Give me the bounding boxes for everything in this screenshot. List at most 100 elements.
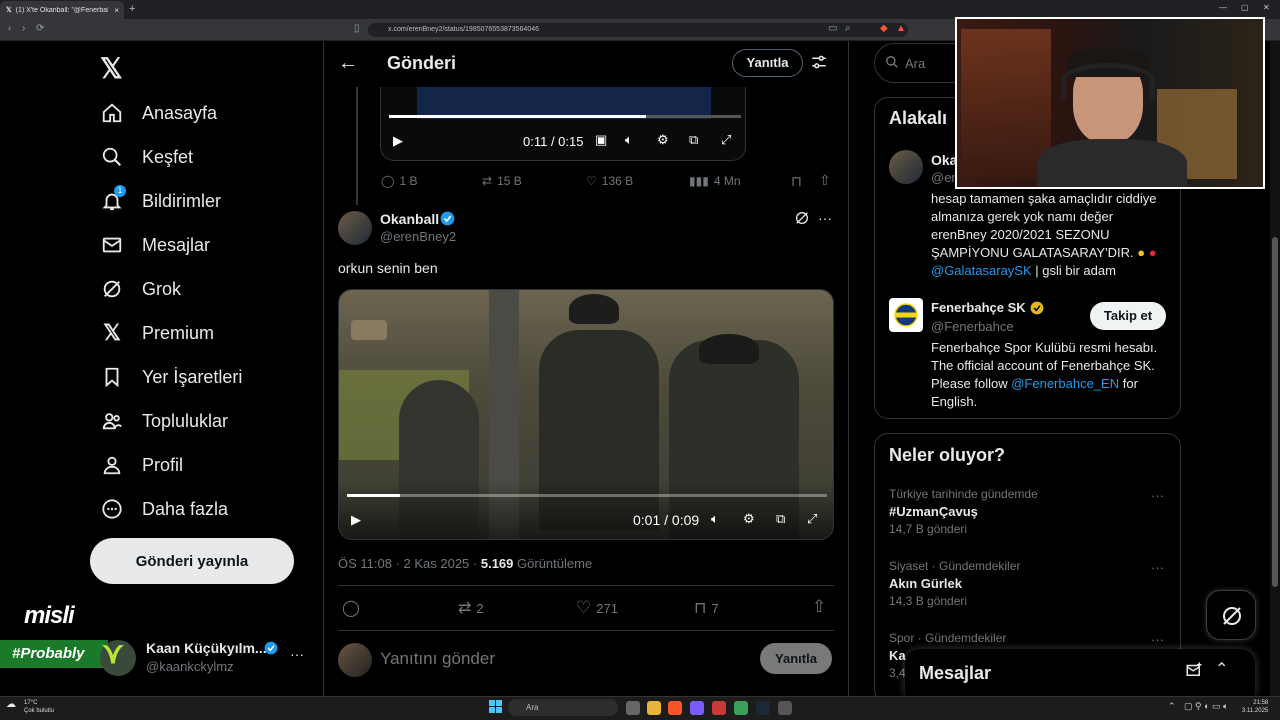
trend-item[interactable]: Türkiye tarihinde gündemde #UzmanÇavuş 1… — [889, 487, 1038, 536]
repost-action[interactable]: ⇄ 2 — [458, 598, 484, 618]
share-icon[interactable]: ⇧ — [819, 172, 831, 189]
reload-icon[interactable]: ⟳ — [36, 23, 44, 34]
volume-icon[interactable]: 🔈︎ — [625, 132, 633, 148]
messages-dock[interactable]: Mesajlar ⌃ — [905, 649, 1255, 696]
related-avatar-1[interactable] — [889, 150, 923, 184]
parent-video[interactable]: ▶ 0:11 / 0:15 ▣ 🔈︎ ⚙ ⧉ ⤢ — [380, 87, 746, 161]
nav-item-grok[interactable]: Grok — [100, 274, 181, 304]
back-nav-icon[interactable]: ‹ — [8, 23, 11, 34]
parent-video-progress-track[interactable] — [389, 115, 741, 118]
trend-more-icon[interactable]: ··· — [1151, 488, 1164, 503]
like-action[interactable]: ♡ 271 — [576, 598, 618, 618]
new-tab-button[interactable]: + — [129, 3, 135, 15]
bookmark-icon — [100, 365, 124, 389]
back-arrow-icon[interactable]: ← — [338, 52, 358, 75]
new-message-icon[interactable] — [1185, 661, 1203, 684]
tab-close-icon[interactable]: × — [114, 6, 119, 15]
bookmark-action[interactable]: ⊓ 7 — [694, 598, 719, 618]
url-field[interactable]: x.com/erenBney2/status/19850765538735640… — [368, 23, 908, 37]
trend-item[interactable]: Siyaset · Gündemdekiler Akın Gürlek 14,3… — [889, 559, 1020, 608]
related-name-1[interactable]: Oka — [931, 152, 957, 168]
related-bio-1-link[interactable]: @GalatasaraySK — [931, 263, 1032, 278]
fenerbahce-avatar[interactable] — [889, 298, 923, 332]
bookmark-page-icon[interactable]: ▯ — [354, 23, 360, 34]
page-scrollbar[interactable] — [1270, 41, 1280, 696]
header-reply-button[interactable]: Yanıtla — [732, 49, 803, 77]
discord-taskbar-icon[interactable] — [690, 701, 704, 715]
nav-item-messages[interactable]: Mesajlar — [100, 230, 210, 260]
play-icon[interactable]: ▶ — [351, 512, 361, 528]
steam-taskbar-icon[interactable] — [756, 701, 770, 715]
nav-item-profile[interactable]: Profil — [100, 450, 183, 480]
brave-rewards-icon[interactable]: ▲ — [896, 23, 906, 34]
weather-widget[interactable]: 17°C Çok bulutlu — [24, 699, 54, 715]
nav-item-bookmarks[interactable]: Yer İşaretleri — [100, 362, 242, 392]
volume-icon[interactable]: 🔈︎ — [711, 511, 719, 527]
nav-item-more[interactable]: Daha fazla — [100, 494, 228, 524]
cast-icon[interactable]: ▭ — [828, 23, 837, 34]
scrollbar-thumb[interactable] — [1272, 237, 1278, 587]
whatsapp-taskbar-icon[interactable] — [734, 701, 748, 715]
parent-views-action[interactable]: ▮▮▮ 4 Mn — [689, 174, 741, 188]
follow-button[interactable]: Takip et — [1090, 302, 1166, 330]
app-taskbar-icon[interactable] — [712, 701, 726, 715]
settings-taskbar-icon[interactable] — [778, 701, 792, 715]
browser-tab[interactable]: 𝕏 (1) X'te Okanball: "@Fenerbahçe × — [0, 1, 124, 19]
parent-like-action[interactable]: ♡ 136 B — [586, 174, 633, 188]
settings-gear-icon[interactable]: ⚙ — [657, 132, 669, 148]
expand-dock-icon[interactable]: ⌃ — [1215, 659, 1228, 679]
post-video-progress-track[interactable] — [347, 494, 827, 497]
trend-more-icon[interactable]: ··· — [1151, 560, 1164, 575]
brave-taskbar-icon[interactable] — [668, 701, 682, 715]
post-author-avatar[interactable] — [338, 211, 372, 245]
forward-nav-icon[interactable]: › — [22, 23, 25, 34]
post-video[interactable]: ▶ 0:01 / 0:09 🔈︎ ⚙ ⧉ ⤢ — [338, 289, 834, 540]
fullscreen-icon[interactable]: ⤢ — [807, 511, 817, 527]
nav-item-explore[interactable]: Keşfet — [100, 142, 193, 172]
account-more-icon[interactable]: ··· — [290, 646, 304, 662]
post-more-icon[interactable]: ··· — [818, 210, 832, 226]
post-author-name[interactable]: Okanball — [380, 211, 439, 227]
play-icon[interactable]: ▶ — [393, 133, 403, 149]
pip-icon[interactable]: ⧉ — [776, 511, 785, 527]
account-name[interactable]: Kaan Küçükyılm... — [146, 640, 267, 656]
parent-repost-action[interactable]: ⇄ 15 B — [482, 174, 522, 188]
brave-shield-icon[interactable]: ◆ — [880, 23, 888, 34]
nav-item-communities[interactable]: Topluluklar — [100, 406, 228, 436]
post-views-label: Görüntüleme — [517, 556, 593, 571]
related-bio-1-end: | gsli bir adam — [1035, 263, 1116, 278]
reply-submit-button[interactable]: Yanıtla — [760, 643, 832, 674]
grok-floating-button[interactable] — [1206, 590, 1256, 640]
maximize-icon[interactable]: ▢ — [1241, 3, 1249, 12]
windows-start-icon[interactable] — [489, 700, 502, 718]
zoom-icon[interactable]: ⌕ — [845, 23, 851, 34]
file-explorer-icon[interactable] — [647, 701, 661, 715]
post-button[interactable]: Gönderi yayınla — [90, 538, 294, 584]
related-name-2[interactable]: Fenerbahçe SK — [931, 300, 1026, 315]
x-logo-icon[interactable]: 𝕏 — [100, 52, 123, 85]
tray-icons[interactable]: ▢ ⚲ ◐ ▭ 🔈︎ — [1184, 701, 1228, 712]
captions-icon[interactable]: ▣ — [595, 132, 607, 148]
reply-icon[interactable]: ◯ — [342, 598, 360, 618]
settings-gear-icon[interactable]: ⚙ — [743, 511, 755, 527]
grok-icon[interactable] — [794, 210, 810, 231]
reply-input[interactable] — [380, 645, 740, 673]
share-icon[interactable]: ⇧ — [812, 597, 826, 617]
task-view-icon[interactable] — [626, 701, 640, 715]
nav-item-premium[interactable]: 𝕏 Premium — [100, 318, 214, 348]
settings-sliders-icon[interactable] — [810, 53, 828, 76]
parent-reply-action[interactable]: ◯ 1 B — [381, 174, 417, 188]
post-timestamp[interactable]: ÖS 11:08 · 2 Kas 2025 · — [338, 556, 477, 571]
tray-chevron-icon[interactable]: ⌃ — [1168, 701, 1176, 712]
fullscreen-icon[interactable]: ⤢ — [721, 132, 731, 148]
close-window-icon[interactable]: ✕ — [1263, 3, 1270, 12]
pip-icon[interactable]: ⧉ — [689, 132, 698, 148]
bookmark-action-icon[interactable]: ⊓ — [791, 173, 802, 190]
nav-item-home[interactable]: Anasayfa — [100, 98, 217, 128]
related-bio-2-link[interactable]: @Fenerbahce_EN — [1011, 376, 1119, 391]
trend-more-icon[interactable]: ··· — [1151, 632, 1164, 647]
taskbar-search[interactable]: Ara — [508, 699, 618, 716]
minimize-icon[interactable]: — — [1219, 3, 1227, 12]
weather-icon[interactable]: ☁ — [6, 699, 16, 710]
clock[interactable]: 21:58 3.11.2025 — [1242, 699, 1268, 715]
